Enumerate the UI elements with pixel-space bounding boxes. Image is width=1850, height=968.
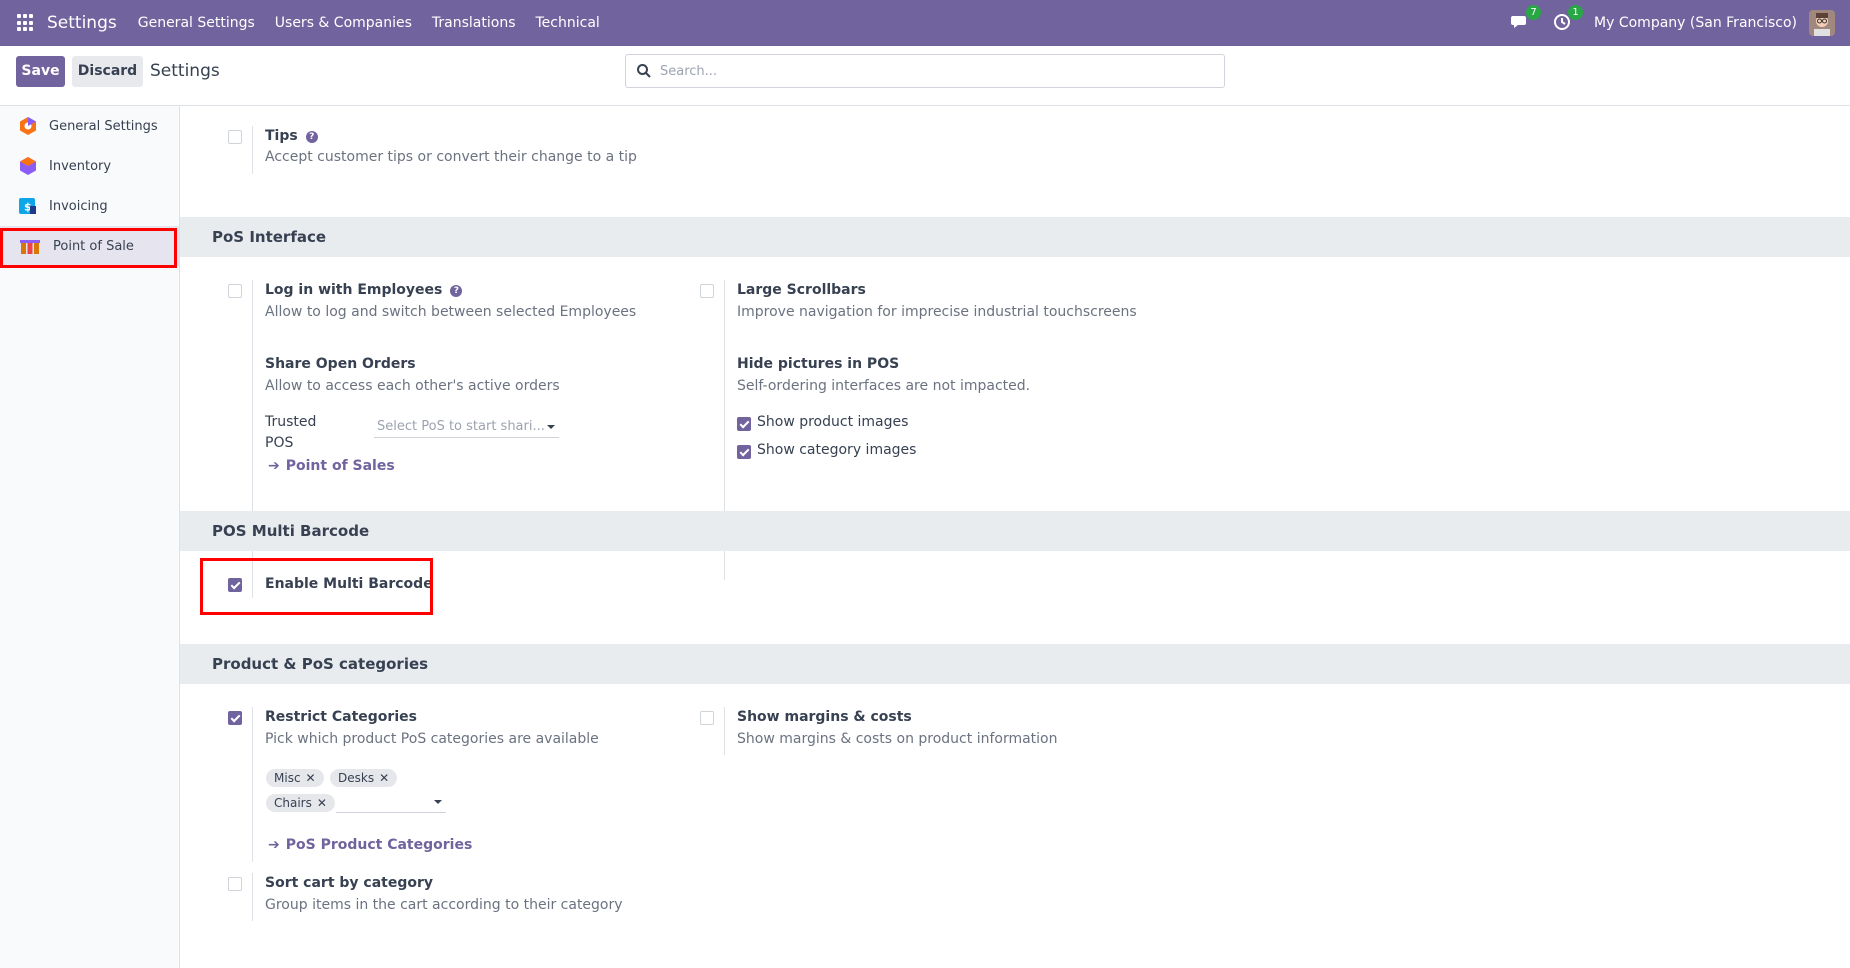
show-margins-title: Show margins & costs [737,709,912,725]
login-employees-description: Allow to log and switch between selected… [265,304,637,320]
show-category-images-checkbox[interactable] [737,445,751,459]
share-orders-description: Allow to access each other's active orde… [265,378,560,394]
remove-tag-icon[interactable]: ✕ [306,771,316,785]
sidebar-item-label: Invoicing [49,198,108,214]
general-settings-icon [20,117,36,135]
show-product-images-label: Show product images [757,414,909,430]
divider [252,707,253,862]
control-panel: Save Discard Settings [0,46,1850,106]
sidebar-item-label: Inventory [49,158,112,174]
app-brand[interactable]: Settings [47,13,117,33]
search-icon [637,64,651,78]
company-switcher[interactable]: My Company (San Francisco) [1594,15,1797,31]
help-icon[interactable]: ? [305,131,318,143]
trusted-pos-placeholder: Select PoS to start shari... [377,419,545,434]
trusted-pos-label-2: POS [265,435,294,451]
breadcrumb: Settings [150,61,220,81]
section-pos-interface: PoS Interface [180,217,1850,257]
messages-badge: 7 [1526,5,1542,20]
highlight-enable-multi-barcode [200,558,433,615]
inventory-icon [20,157,36,175]
discard-button[interactable]: Discard [72,56,143,87]
menu-translations[interactable]: Translations [432,15,516,31]
categories-select[interactable] [336,791,446,813]
category-tag-chairs: Chairs ✕ [266,794,335,812]
point-of-sales-link[interactable]: ➔ Point of Sales [268,458,395,474]
invoicing-icon: $ [19,198,36,214]
share-orders-title: Share Open Orders [265,356,416,372]
user-avatar[interactable] [1809,10,1835,36]
save-button[interactable]: Save [16,56,65,87]
sort-cart-title: Sort cart by category [265,875,434,891]
category-tag-desks: Desks ✕ [330,769,398,787]
login-employees-checkbox[interactable] [228,284,242,298]
chevron-down-icon [434,800,442,804]
category-tag-misc: Misc ✕ [266,769,324,787]
restrict-categories-description: Pick which product PoS categories are av… [265,731,599,747]
divider [724,707,725,755]
tag-label: Desks [338,771,375,785]
remove-tag-icon[interactable]: ✕ [317,796,327,810]
trusted-pos-label-1: Trusted [265,414,317,430]
activities-button[interactable]: 1 [1552,5,1584,34]
help-icon[interactable]: ? [450,285,463,297]
point-of-sales-link-text: Point of Sales [285,458,395,474]
large-scrollbars-checkbox[interactable] [700,284,714,298]
arrow-right-icon: ➔ [268,837,280,853]
restrict-categories-checkbox[interactable] [228,711,242,725]
search-box[interactable] [625,54,1225,88]
pos-product-categories-link[interactable]: ➔ PoS Product Categories [268,837,472,853]
sort-cart-checkbox[interactable] [228,877,242,891]
large-scrollbars-title: Large Scrollbars [737,282,866,298]
pos-product-categories-link-text: PoS Product Categories [285,837,473,853]
apps-menu-icon[interactable] [17,14,35,32]
tag-label: Misc [274,771,301,785]
tips-checkbox[interactable] [228,130,242,144]
sidebar-item-general-settings[interactable]: General Settings [0,106,179,146]
menu-users-companies[interactable]: Users & Companies [275,15,412,31]
sort-cart-description: Group items in the cart according to the… [265,897,623,913]
sidebar-item-invoicing[interactable]: $ Invoicing [0,186,179,226]
tag-label: Chairs [274,796,312,810]
large-scrollbars-description: Improve navigation for imprecise industr… [737,304,1137,320]
sidebar-item-inventory[interactable]: Inventory [0,146,179,186]
activities-badge: 1 [1568,5,1584,20]
divider [252,126,253,174]
search-input[interactable] [660,55,1210,87]
arrow-right-icon: ➔ [268,458,280,474]
trusted-pos-select[interactable]: Select PoS to start shari... [374,416,559,438]
remove-tag-icon[interactable]: ✕ [379,771,389,785]
restrict-categories-title: Restrict Categories [265,709,417,725]
sidebar-item-label: General Settings [49,118,158,134]
section-product-pos-categories: Product & PoS categories [180,644,1850,684]
hide-pictures-title: Hide pictures in POS [737,356,900,372]
top-navbar: Settings General Settings Users & Compan… [0,0,1850,46]
menu-technical[interactable]: Technical [536,15,600,31]
tips-title-text: Tips [265,128,298,144]
messages-button[interactable]: 7 [1510,5,1542,34]
login-employees-title: Log in with Employees? [265,282,463,298]
chevron-down-icon [547,425,555,429]
menu-general-settings[interactable]: General Settings [138,15,255,31]
show-margins-description: Show margins & costs on product informat… [737,731,1058,747]
show-category-images-label: Show category images [757,442,917,458]
highlight-point-of-sale [0,228,177,268]
divider [252,873,253,921]
tips-description: Accept customer tips or convert their ch… [265,149,637,165]
section-pos-multi-barcode: POS Multi Barcode [180,511,1850,551]
tips-title: Tips? [265,128,318,144]
show-product-images-checkbox[interactable] [737,417,751,431]
show-margins-checkbox[interactable] [700,711,714,725]
hide-pictures-description: Self-ordering interfaces are not impacte… [737,378,1031,394]
login-employees-title-text: Log in with Employees [265,282,443,298]
settings-content: Tips? Accept customer tips or convert th… [180,106,1850,968]
